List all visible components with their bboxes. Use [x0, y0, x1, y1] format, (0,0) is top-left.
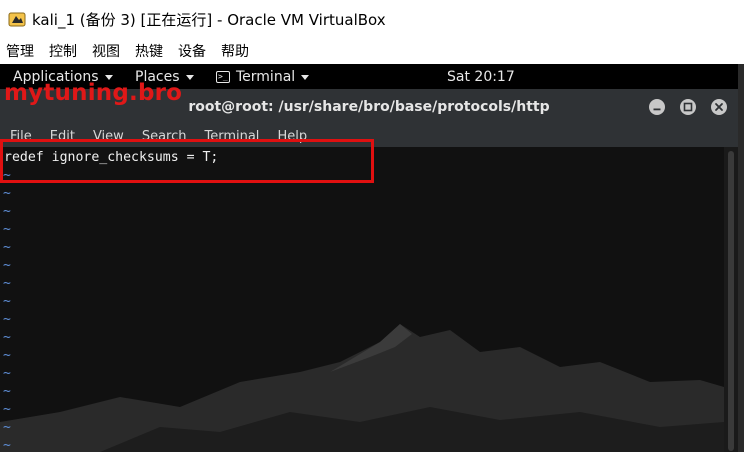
vbox-menu-manage[interactable]: 管理: [0, 41, 42, 61]
vbox-menu-view[interactable]: 视图: [85, 41, 128, 61]
vbox-titlebar: kali_1 (备份 3) [正在运行] - Oracle VM Virtual…: [0, 0, 744, 38]
vim-tilde-marker: ~: [3, 330, 11, 345]
terminal-app-label: Terminal: [236, 68, 296, 85]
vim-tilde-marker: ~: [3, 276, 11, 291]
close-icon: [715, 103, 723, 111]
vbox-menu-devices[interactable]: 设备: [171, 41, 214, 61]
vbox-menu-control[interactable]: 控制: [42, 41, 85, 61]
vim-tilde-marker: ~: [3, 348, 11, 363]
terminal-scrollbar-thumb[interactable]: [728, 151, 734, 451]
minimize-button[interactable]: [649, 99, 665, 115]
vim-tilde-marker: ~: [3, 186, 11, 201]
terminal-scrollbar[interactable]: [724, 147, 738, 452]
chevron-down-icon: [104, 74, 113, 80]
vim-tilde-marker: ~: [3, 384, 11, 399]
vim-tilde-marker: ~: [3, 402, 11, 417]
vbox-menu-hotkeys[interactable]: 热键: [128, 41, 171, 61]
maximize-button[interactable]: [680, 99, 696, 115]
clock-label: Sat 20:17: [447, 68, 515, 85]
guest-edge-scrollbar: [738, 64, 744, 452]
chevron-down-icon: [301, 74, 310, 80]
close-button[interactable]: [711, 99, 727, 115]
vim-tilde-marker: ~: [3, 294, 11, 309]
terminal-text-area[interactable]: redef ignore_checksums = T; ~ ~ ~ ~ ~ ~ ~ ~ ~ ~ ~ ~…: [0, 147, 724, 452]
topbar-clock[interactable]: Sat 20:17: [447, 64, 515, 89]
guest-screen: Applications Places >_ Terminal Sat 20:1…: [0, 64, 744, 452]
vim-tilde-marker: ~: [3, 258, 11, 273]
vim-tilde-marker: ~: [3, 366, 11, 381]
vim-tilde-marker: ~: [3, 204, 11, 219]
terminal-icon: >_: [216, 70, 230, 83]
vbox-window-title: kali_1 (备份 3) [正在运行] - Oracle VM Virtual…: [32, 10, 386, 29]
vim-tilde-marker: ~: [3, 240, 11, 255]
annotation-highlight-box: [0, 139, 374, 183]
vim-tilde-marker: ~: [3, 420, 11, 435]
terminal-app-menu[interactable]: >_ Terminal: [216, 64, 310, 89]
vim-tilde-marker: ~: [3, 222, 11, 237]
maximize-icon: [683, 102, 693, 112]
vim-tilde-marker: ~: [3, 312, 11, 327]
vim-tilde-marker: ~: [3, 438, 11, 452]
minimize-icon: [653, 108, 661, 111]
chevron-down-icon: [185, 74, 194, 80]
vbox-menubar: 管理 控制 视图 热键 设备 帮助: [0, 38, 744, 64]
mountain-wallpaper-image: [0, 324, 724, 452]
virtualbox-app-icon: [8, 10, 26, 28]
vbox-menu-help[interactable]: 帮助: [214, 41, 257, 61]
watermark-text: mytuning.bro: [4, 80, 183, 106]
